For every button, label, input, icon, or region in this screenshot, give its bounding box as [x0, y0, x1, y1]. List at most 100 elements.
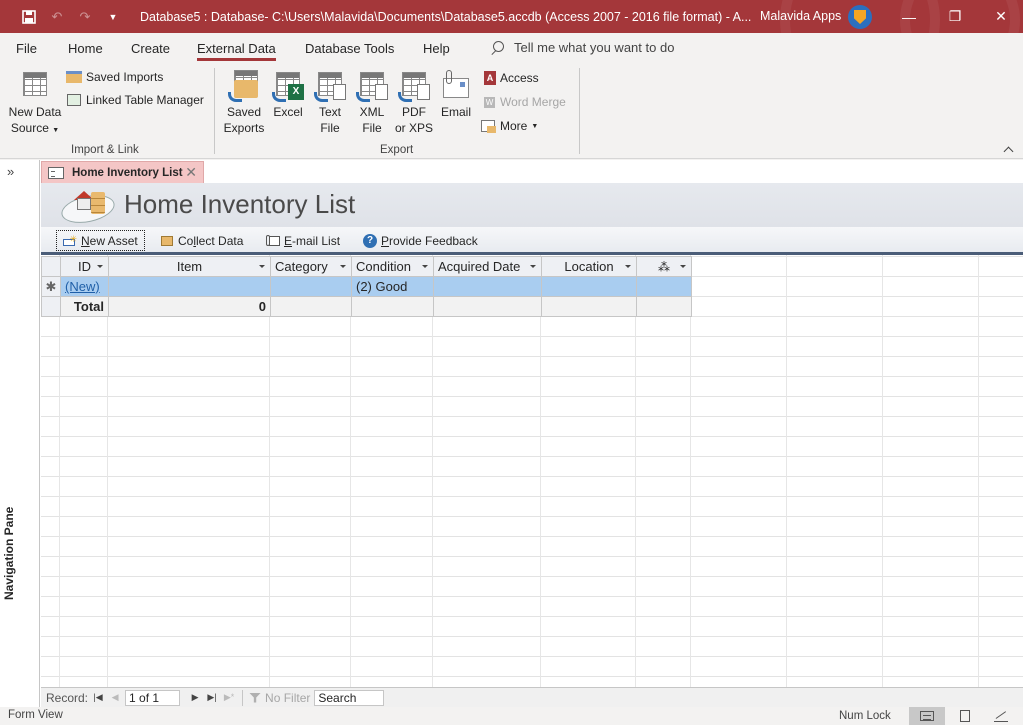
first-record-icon[interactable]: |◀	[91, 692, 105, 703]
form-header: Home Inventory List	[41, 183, 1023, 228]
expand-nav-pane-icon[interactable]: »	[7, 164, 14, 179]
tab-create[interactable]: Create	[131, 41, 170, 56]
grid-line	[690, 255, 691, 687]
saved-exports-button[interactable]: Saved Exports	[224, 70, 264, 136]
cell-attachment[interactable]	[636, 276, 692, 297]
datasheet-table: ID Item Category Condition Acquired Date…	[41, 256, 692, 317]
total-item-value[interactable]: 0	[108, 296, 271, 317]
cell-category[interactable]	[270, 276, 352, 297]
total-label: Total	[60, 296, 109, 317]
grid-line	[882, 255, 883, 687]
cell-condition[interactable]: (2) Good	[351, 276, 434, 297]
column-dropdown-icon[interactable]	[625, 265, 631, 268]
column-header-acquired-date[interactable]: Acquired Date	[433, 256, 542, 277]
layout-view-button[interactable]	[947, 707, 983, 725]
cell-location[interactable]	[541, 276, 637, 297]
cell-id[interactable]: (New)	[60, 276, 109, 297]
select-all-corner[interactable]	[41, 256, 61, 277]
cell-acquired-date[interactable]	[433, 276, 542, 297]
column-dropdown-icon[interactable]	[530, 265, 536, 268]
new-data-source-button[interactable]: New Data Source ▼	[8, 70, 62, 139]
new-record-row[interactable]: ✱ (New) (2) Good	[41, 276, 692, 297]
tell-me-label: Tell me what you want to do	[514, 40, 675, 55]
no-filter-button[interactable]: No Filter	[249, 691, 310, 705]
column-header-category[interactable]: Category	[270, 256, 352, 277]
avatar[interactable]	[848, 5, 872, 29]
tab-database-tools[interactable]: Database Tools	[305, 41, 394, 56]
design-view-icon	[994, 710, 1008, 722]
column-dropdown-icon[interactable]	[422, 265, 428, 268]
user-name[interactable]: Malavida Apps	[760, 9, 841, 23]
total-row-selector[interactable]	[41, 296, 61, 317]
tell-me-search[interactable]: Tell me what you want to do	[490, 40, 674, 55]
last-record-icon[interactable]: ▶|	[205, 692, 219, 703]
redo-icon[interactable]: ↷	[74, 6, 96, 28]
grid-line	[350, 255, 351, 687]
record-label: Record:	[46, 690, 89, 705]
email-list-button[interactable]: E-mail List	[260, 230, 346, 251]
column-dropdown-icon[interactable]	[340, 265, 346, 268]
column-header-location[interactable]: Location	[541, 256, 637, 277]
collapse-ribbon-icon[interactable]	[1003, 145, 1015, 155]
collect-data-button[interactable]: Collect Data	[154, 230, 249, 251]
current-record-input[interactable]: 1 of 1	[125, 689, 181, 706]
status-view-label: Form View	[8, 709, 63, 721]
email-icon	[440, 70, 472, 102]
new-asset-button[interactable]: ✳ New Asset	[56, 230, 145, 251]
close-tab-icon[interactable]: ✕	[185, 164, 197, 181]
word-merge-label: Word Merge	[500, 95, 566, 109]
tab-home[interactable]: Home	[68, 41, 103, 56]
export-more-button[interactable]: More ▼	[480, 118, 538, 134]
undo-icon[interactable]: ↶	[46, 6, 68, 28]
help-icon: ?	[363, 233, 377, 248]
tab-external-data[interactable]: External Data	[197, 41, 276, 61]
export-xml-file-button[interactable]: XML File	[354, 70, 390, 136]
minimize-button[interactable]: —	[886, 0, 932, 33]
restore-button[interactable]: ❐	[932, 0, 978, 33]
grid-line	[635, 255, 636, 687]
column-header-condition[interactable]: Condition	[351, 256, 434, 277]
xml-file-icon	[356, 70, 388, 102]
record-navigation-bar: Record: |◀ ◀ 1 of 1 ▶ ▶| ▶* No Filter Se…	[41, 687, 1023, 707]
export-excel-button[interactable]: X Excel	[270, 70, 306, 120]
word-merge-button[interactable]: W Word Merge	[480, 94, 566, 110]
provide-feedback-button[interactable]: ? Provide Feedback	[357, 230, 484, 251]
previous-record-icon[interactable]: ◀	[108, 692, 122, 703]
total-cell[interactable]	[433, 296, 542, 317]
column-dropdown-icon[interactable]	[259, 265, 265, 268]
access-icon: A	[480, 70, 496, 86]
linked-table-manager-button[interactable]: Linked Table Manager	[66, 92, 204, 108]
form-view-button[interactable]	[909, 707, 945, 725]
tab-help[interactable]: Help	[423, 41, 450, 56]
saved-imports-button[interactable]: Saved Imports	[66, 69, 163, 85]
export-pdf-xps-button[interactable]: PDF or XPS	[394, 70, 434, 136]
collect-data-label: Collect Data	[178, 233, 244, 248]
new-record-icon[interactable]: ▶*	[222, 692, 236, 703]
column-header-attachment[interactable]: ⁂	[636, 256, 692, 277]
collect-data-icon	[160, 235, 174, 247]
column-dropdown-icon[interactable]	[97, 265, 103, 268]
total-cell[interactable]	[541, 296, 637, 317]
grid-line	[978, 255, 979, 687]
total-cell[interactable]	[351, 296, 434, 317]
document-tab[interactable]: Home Inventory List ✕	[41, 161, 204, 183]
tab-file[interactable]: File	[16, 41, 37, 56]
cell-item[interactable]	[108, 276, 271, 297]
navigation-pane-label[interactable]: Navigation Pane	[2, 507, 16, 600]
column-dropdown-icon[interactable]	[680, 265, 686, 268]
close-button[interactable]: ✕	[978, 0, 1023, 33]
new-record-selector-icon[interactable]: ✱	[41, 276, 61, 297]
save-icon[interactable]	[18, 6, 40, 28]
total-cell[interactable]	[636, 296, 692, 317]
grid-line	[786, 255, 787, 687]
export-access-button[interactable]: A Access	[480, 70, 539, 86]
record-search-input[interactable]: Search	[314, 689, 385, 706]
total-cell[interactable]	[270, 296, 352, 317]
design-view-button[interactable]	[983, 707, 1019, 725]
export-text-file-button[interactable]: Text File	[312, 70, 348, 136]
column-header-item[interactable]: Item	[108, 256, 271, 277]
next-record-icon[interactable]: ▶	[188, 692, 202, 703]
column-header-id[interactable]: ID	[60, 256, 109, 277]
customize-qat-icon[interactable]: ▼	[102, 6, 124, 28]
export-email-button[interactable]: Email	[438, 70, 474, 120]
